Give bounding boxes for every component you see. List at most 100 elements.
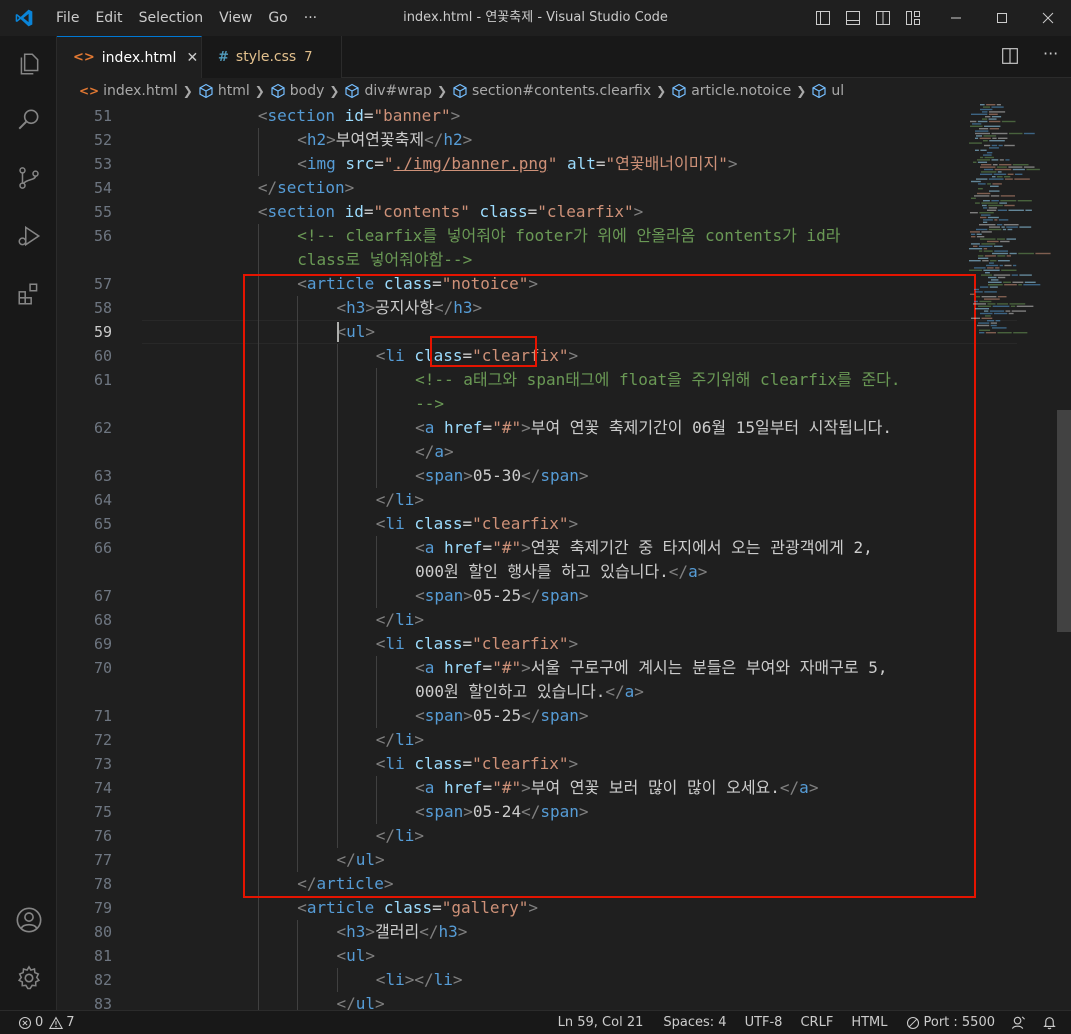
minimap-mark — [981, 202, 998, 204]
encoding-status[interactable]: UTF-8 — [735, 1011, 791, 1034]
close-tab-icon[interactable]: ✕ — [186, 49, 198, 67]
line-number: 71 — [93, 707, 112, 725]
code-line[interactable]: 83 </ul> — [57, 992, 1071, 1010]
code-token: < — [375, 970, 386, 989]
more-actions-icon[interactable]: ··· — [1043, 44, 1058, 63]
explorer-icon[interactable] — [0, 40, 57, 88]
code-token: "연꽃배너이미지" — [605, 154, 728, 173]
eol-status[interactable]: CRLF — [790, 1011, 841, 1034]
line-number: 59 — [93, 323, 112, 341]
language-mode[interactable]: HTML — [841, 1011, 895, 1034]
code-line[interactable]: 53 <img src="./img/banner.png" alt="연꽃배너이… — [57, 152, 1071, 176]
code-editor[interactable]: 51 <section id="banner"> 52 <h2>부여연꽃축제</h2>… — [57, 104, 1071, 1010]
code-line[interactable]: class로 넣어줘야함--> — [57, 248, 1071, 272]
code-line[interactable]: 52 <h2>부여연꽃축제</h2> — [57, 128, 1071, 152]
close-window-icon[interactable] — [1025, 0, 1071, 36]
minimap-mark — [992, 305, 1010, 307]
indentation-status[interactable]: Spaces: 4 — [651, 1011, 734, 1034]
scrollbar-thumb[interactable] — [1057, 410, 1071, 632]
minimap-mark — [1011, 310, 1027, 312]
notifications-bell-icon[interactable] — [1034, 1011, 1071, 1034]
tab-index-html[interactable]: <> index.html ✕ — [57, 36, 202, 78]
minimap-mark — [1004, 176, 1011, 178]
minimap-mark — [1013, 332, 1028, 334]
code-token: </ — [419, 922, 439, 941]
menu-view[interactable]: View — [211, 0, 260, 36]
minimap-mark — [997, 209, 1007, 211]
menu-bar: File Edit Selection View Go ··· — [48, 0, 325, 36]
code-line[interactable]: 82 <li></li> — [57, 968, 1071, 992]
symbol-element-icon — [452, 83, 468, 99]
chevron-right-icon: ❯ — [436, 84, 447, 98]
vscode-logo-icon — [0, 0, 48, 36]
live-server-status[interactable]: Port : 5500 — [896, 1011, 1004, 1034]
run-and-debug-icon[interactable] — [0, 212, 57, 260]
minimap-mark — [999, 202, 1007, 204]
minimap-mark — [979, 332, 985, 334]
search-icon[interactable] — [0, 96, 57, 144]
minimap-mark — [978, 245, 993, 247]
minimize-icon[interactable] — [933, 0, 979, 36]
code-line[interactable]: 56 <!-- clearfix를 넣어줘야 footer가 위에 안올라옴 co… — [57, 224, 1071, 248]
minimap-mark — [996, 166, 1007, 168]
feedback-icon[interactable] — [1003, 1011, 1034, 1034]
toggle-secondary-sidebar-icon[interactable] — [868, 0, 898, 36]
minimap-mark — [983, 219, 993, 221]
accounts-icon[interactable] — [0, 896, 57, 944]
menu-file[interactable]: File — [48, 0, 87, 36]
code-token: section — [267, 106, 335, 125]
vertical-scrollbar[interactable] — [1057, 104, 1071, 1010]
menu-more[interactable]: ··· — [296, 0, 325, 36]
menu-selection[interactable]: Selection — [131, 0, 212, 36]
manage-gear-icon[interactable] — [0, 954, 57, 1002]
breadcrumb-item[interactable]: article.notoice — [671, 83, 791, 99]
source-control-icon[interactable] — [0, 154, 57, 202]
customize-layout-icon[interactable] — [898, 0, 928, 36]
minimap-mark — [988, 120, 1001, 123]
error-icon — [18, 1016, 32, 1030]
minimap-mark — [979, 250, 983, 252]
minimap-mark — [983, 248, 988, 250]
indent-guide — [257, 224, 259, 248]
code-line[interactable]: 81 <ul> — [57, 944, 1071, 968]
breadcrumb-item[interactable]: div#wrap — [344, 83, 432, 99]
minimap-mark — [1005, 159, 1010, 161]
breadcrumb-item[interactable]: html — [198, 83, 250, 99]
minimap[interactable] — [967, 104, 1057, 1010]
breadcrumb-item[interactable]: ul — [811, 83, 844, 99]
code-line[interactable]: 51 <section id="banner"> — [57, 104, 1071, 128]
line-number: 76 — [93, 827, 112, 845]
code-line[interactable]: 79 <article class="gallery"> — [57, 896, 1071, 920]
minimap-mark — [971, 233, 976, 235]
minimap-mark — [976, 178, 988, 180]
code-line[interactable]: 80 <h3>갤러리</h3> — [57, 920, 1071, 944]
toggle-primary-sidebar-icon[interactable] — [808, 0, 838, 36]
tab-style-css[interactable]: # style.css 7 — [202, 36, 342, 78]
cursor-position[interactable]: Ln 59, Col 21 — [550, 1011, 652, 1034]
menu-go[interactable]: Go — [260, 0, 295, 36]
breadcrumb-item[interactable]: body — [270, 83, 324, 99]
code-line[interactable]: 55 <section id="contents" class="clearfix… — [57, 200, 1071, 224]
split-editor-icon[interactable] — [1001, 47, 1019, 69]
toggle-panel-icon[interactable] — [838, 0, 868, 36]
problems-status[interactable]: 0 7 — [0, 1011, 83, 1034]
chevron-right-icon: ❯ — [254, 84, 265, 98]
minimap-mark — [992, 183, 1002, 185]
minimap-mark — [975, 137, 979, 139]
line-number: 58 — [93, 299, 112, 317]
menu-edit[interactable]: Edit — [87, 0, 130, 36]
extensions-icon[interactable] — [0, 270, 57, 318]
code-token: < — [257, 106, 268, 125]
line-number: 60 — [93, 347, 112, 365]
indent-guide — [257, 920, 259, 944]
code-text: <img src="./img/banner.png" alt="연꽃배너이미지… — [297, 152, 737, 176]
code-line[interactable]: 54 </section> — [57, 176, 1071, 200]
line-number: 79 — [93, 899, 112, 917]
breadcrumb-item[interactable]: section#contents.clearfix — [452, 83, 651, 99]
minimap-mark — [978, 183, 986, 185]
maximize-icon[interactable] — [979, 0, 1025, 36]
minimap-mark — [971, 197, 976, 199]
code-token: < — [297, 898, 307, 917]
minimap-mark — [1004, 204, 1015, 207]
breadcrumb-item[interactable]: <> index.html — [79, 83, 178, 99]
